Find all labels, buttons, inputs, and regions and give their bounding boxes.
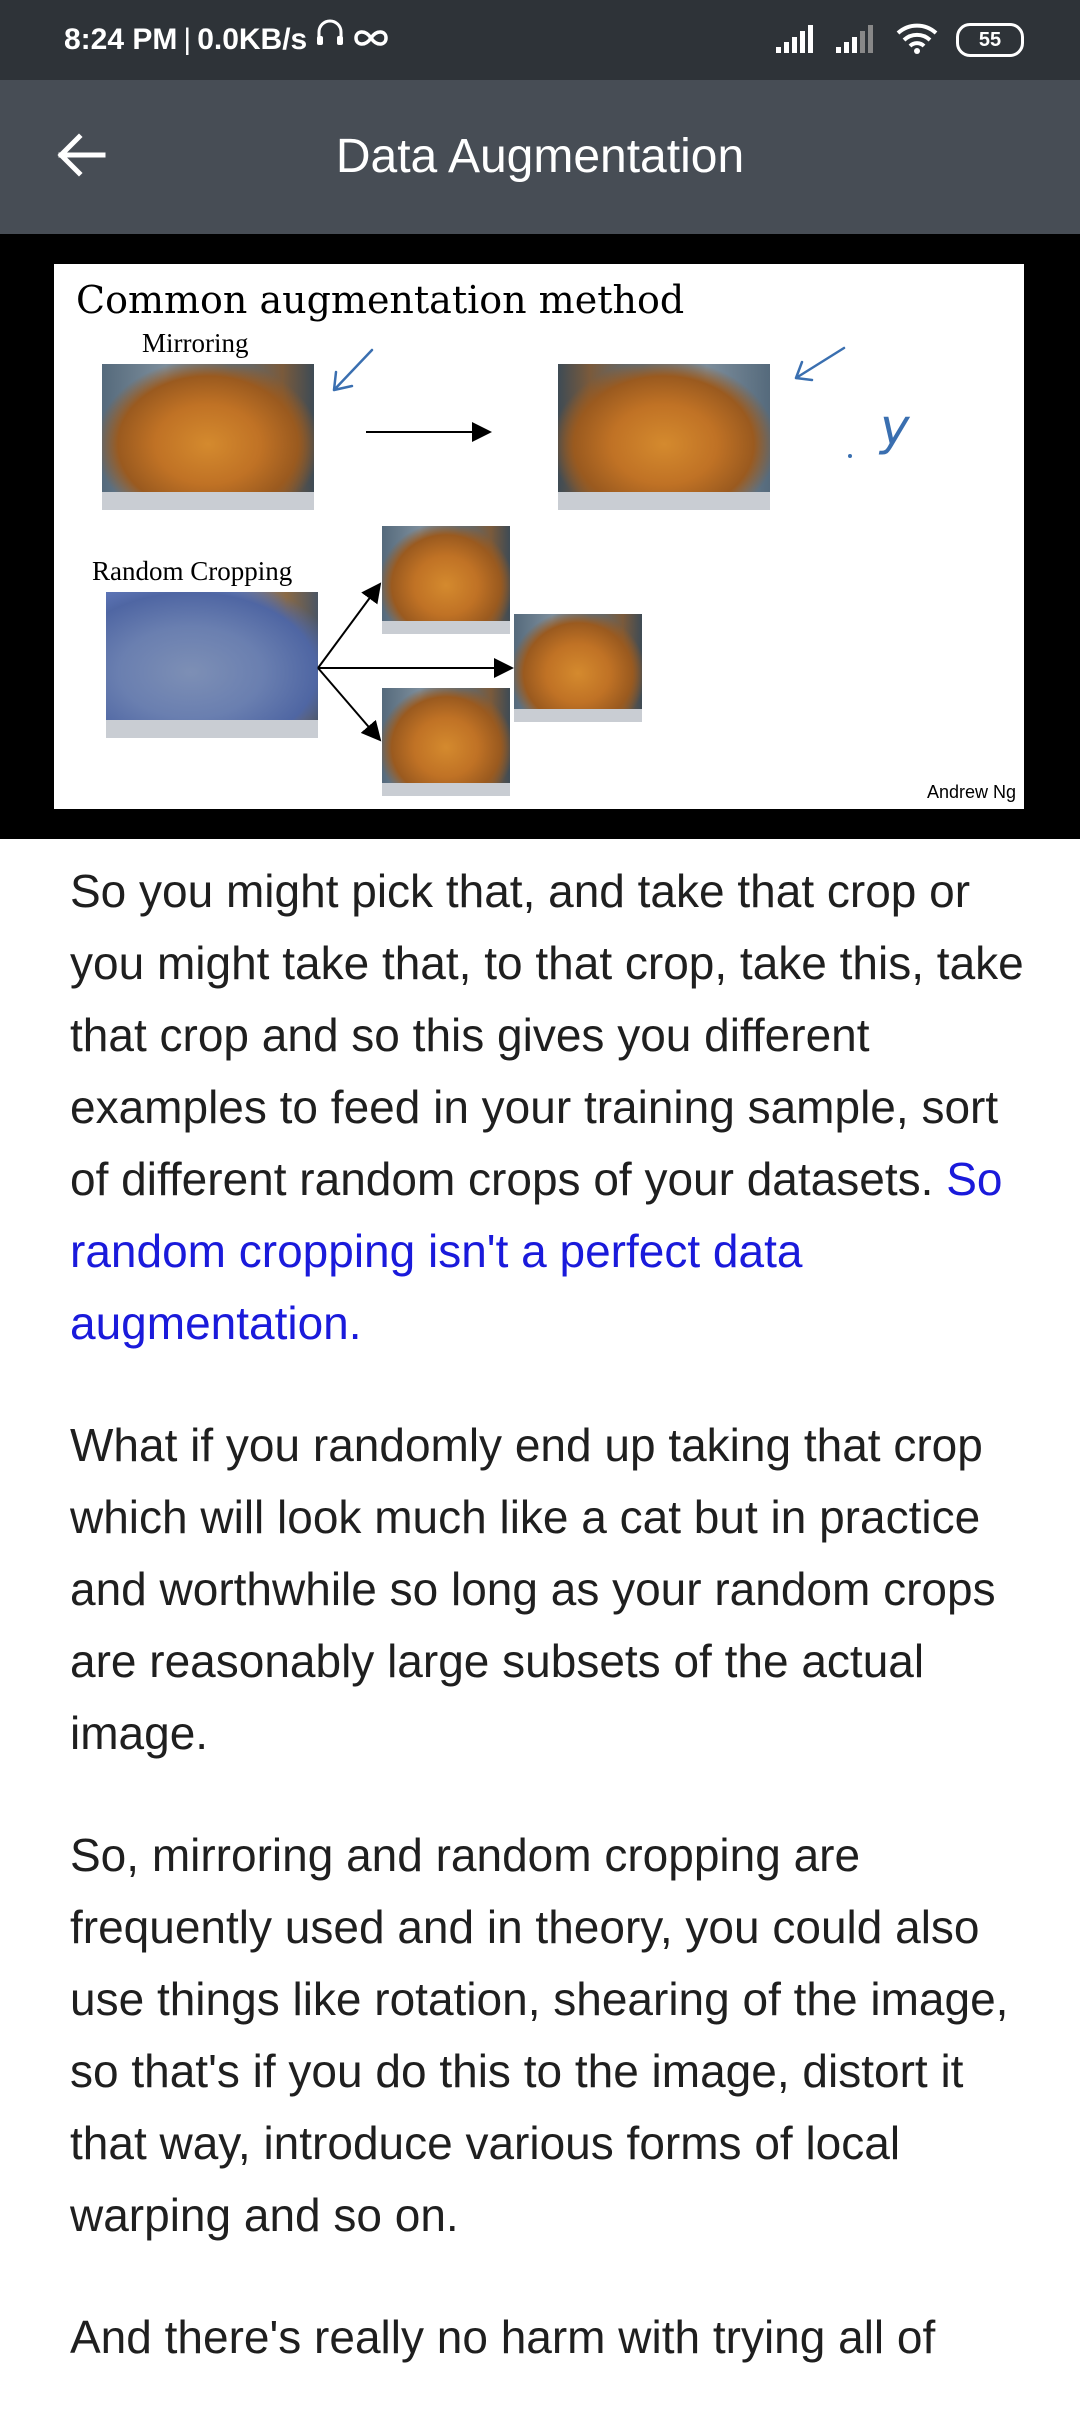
slide-credit: Andrew Ng <box>926 782 1016 802</box>
lecture-slide: Common augmentation method Mirroring Ran… <box>54 264 1024 809</box>
transcript-paragraph: What if you randomly end up taking that … <box>70 1419 996 1759</box>
infinity-icon <box>353 0 389 80</box>
status-separator: | <box>183 23 192 56</box>
wifi-icon <box>896 22 938 59</box>
status-right: 55 <box>776 0 1024 80</box>
video-frame[interactable]: Common augmentation method Mirroring Ran… <box>0 234 1080 839</box>
slide-annotations <box>317 346 852 742</box>
transcript-text: So you might pick that, and take that cr… <box>70 865 1024 1205</box>
status-time: 8:24 PM <box>64 23 178 56</box>
battery-icon: 55 <box>956 23 1024 57</box>
handwritten-y: y <box>880 398 910 456</box>
transcript-paragraph: So, mirroring and random cropping are fr… <box>70 1829 1009 2241</box>
page-title: Data Augmentation <box>335 130 745 183</box>
transcript-paragraph: So you might pick that, and take that cr… <box>70 855 1030 1359</box>
network-speed: 0.0KB/s <box>197 23 308 56</box>
transcript: So you might pick that, and take that cr… <box>70 855 1030 2423</box>
status-left: 8:24 PM | 0.0KB/s <box>64 0 389 80</box>
headphones-icon <box>313 0 347 80</box>
app-bar: Data Augmentation <box>0 80 1080 234</box>
signal-icon <box>776 23 818 58</box>
transcript-paragraph-partial: And there's really no harm with trying a… <box>70 2311 936 2363</box>
signal-icon <box>836 23 878 58</box>
status-bar: 8:24 PM | 0.0KB/s 55 <box>0 0 1080 80</box>
